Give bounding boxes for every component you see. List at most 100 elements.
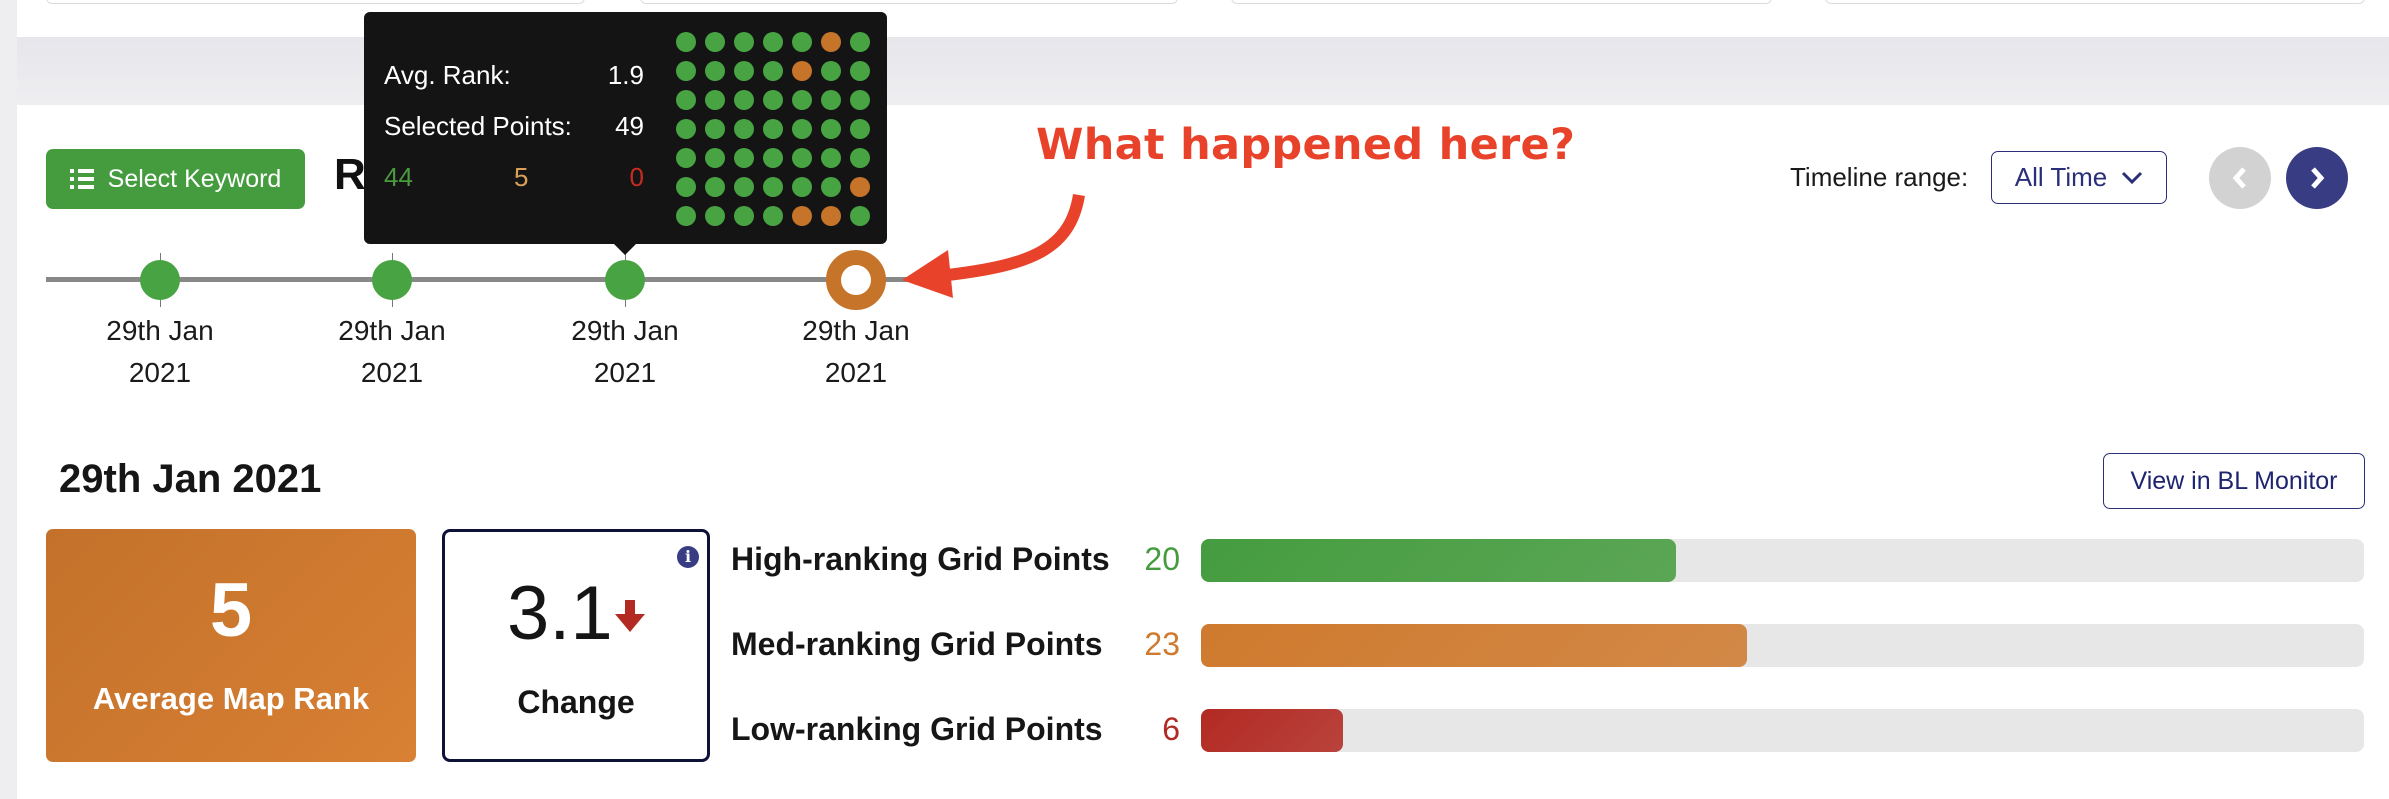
- grid-point-dot: [821, 148, 841, 168]
- grid-point-dot: [821, 32, 841, 52]
- timeline-date-line1: 29th Jan: [571, 315, 679, 346]
- change-value: 3.1: [507, 571, 613, 656]
- report-title: R: [334, 150, 366, 199]
- change-label: Change: [517, 684, 635, 720]
- grid-point-dot: [676, 148, 696, 168]
- timeline-tooltip: Avg. Rank: 1.9 Selected Points: 49 44 5 …: [364, 12, 887, 244]
- grid-points-bar-fill: [1201, 539, 1676, 582]
- timeline-point[interactable]: [605, 260, 645, 300]
- grid-point-dot: [850, 206, 870, 226]
- timeline-range-label: Timeline range:: [1790, 162, 1969, 192]
- grid-points-count: 6: [1162, 711, 1180, 747]
- grid-point-dot: [763, 90, 783, 110]
- top-card: [1231, 0, 1772, 4]
- grid-point-dot: [705, 32, 725, 52]
- avg-rank-value: 1.9: [607, 60, 644, 90]
- grid-point-dot: [676, 61, 696, 81]
- grid-points-bar-track: [1201, 539, 2364, 582]
- grid-point-dot: [734, 206, 754, 226]
- grid-point-dot: [792, 119, 812, 139]
- grid-point-dot: [676, 90, 696, 110]
- grid-point-dot: [821, 61, 841, 81]
- timeline-date-line2: 2021: [360, 357, 424, 388]
- grid-points-label: Low-ranking Grid Points: [731, 711, 1103, 747]
- grid-point-dot: [792, 148, 812, 168]
- annotation-text: What happened here?: [1036, 120, 1576, 170]
- grid-point-dot: [763, 119, 783, 139]
- select-keyword-button[interactable]: Select Keyword: [46, 149, 305, 209]
- grid-point-dot: [792, 61, 812, 81]
- grid-point-dot: [763, 177, 783, 197]
- top-card: [1825, 0, 2365, 4]
- grid-point-dot: [821, 206, 841, 226]
- timeline-date-line1: 29th Jan: [338, 315, 446, 346]
- timeline-date-label: 29th Jan 2021: [312, 310, 472, 394]
- grid-point-dot: [850, 90, 870, 110]
- timeline-range-dropdown[interactable]: All Time: [1991, 151, 2167, 204]
- grid-point-dot: [705, 148, 725, 168]
- list-icon: [69, 169, 94, 189]
- grid-point-dot: [734, 148, 754, 168]
- grid-point-dot: [734, 119, 754, 139]
- annotation-arrow-icon: [902, 193, 1085, 298]
- timeline-next-button[interactable]: [2286, 147, 2348, 209]
- average-map-rank-label: Average Map Rank: [92, 681, 370, 716]
- chevron-down-icon: [2122, 171, 2143, 184]
- chevron-left-icon: [2232, 167, 2246, 189]
- grid-point-dot: [705, 177, 725, 197]
- arrow-down-icon: [615, 600, 645, 632]
- grid-points-label: Med-ranking Grid Points: [731, 626, 1103, 662]
- grid-point-dot: [763, 61, 783, 81]
- timeline-prev-button[interactable]: [2209, 147, 2271, 209]
- timeline-point-selected[interactable]: [826, 250, 886, 310]
- grid-points-label: High-ranking Grid Points: [731, 541, 1110, 577]
- grid-points-bar-track: [1201, 624, 2364, 667]
- grid-point-dot: [734, 177, 754, 197]
- grid-point-dot: [850, 177, 870, 197]
- grid-point-dot: [850, 119, 870, 139]
- selected-points-label: Selected Points:: [384, 111, 572, 141]
- grid-point-dot: [763, 206, 783, 226]
- high-count: 44: [384, 162, 413, 192]
- chevron-right-icon: [2311, 167, 2325, 189]
- timeline-point[interactable]: [372, 260, 412, 300]
- selected-points-value: 49: [615, 111, 644, 141]
- timeline-date-label: 29th Jan 2021: [545, 310, 705, 394]
- grid-points-bar-track: [1201, 709, 2364, 752]
- grid-point-dot: [850, 61, 870, 81]
- grid-points-count: 23: [1144, 626, 1180, 662]
- grid-point-dot: [676, 32, 696, 52]
- tooltip-caret: [613, 243, 637, 255]
- grid-point-dot: [705, 90, 725, 110]
- grid-point-dot: [734, 90, 754, 110]
- timeline-date-label: 29th Jan 2021: [80, 310, 240, 394]
- grid-point-dot: [792, 90, 812, 110]
- grid-point-dot: [705, 61, 725, 81]
- change-card: i 3.1 Change: [442, 529, 710, 762]
- timeline-date-line1: 29th Jan: [802, 315, 910, 346]
- grid-points-map: [676, 32, 870, 226]
- selected-date-title: 29th Jan 2021: [59, 457, 322, 501]
- view-in-bl-monitor-button[interactable]: View in BL Monitor: [2103, 453, 2365, 509]
- info-icon[interactable]: i: [677, 546, 699, 568]
- timeline-date-line1: 29th Jan: [106, 315, 214, 346]
- low-count: 0: [629, 162, 644, 192]
- grid-point-dot: [792, 206, 812, 226]
- select-keyword-label: Select Keyword: [107, 164, 282, 193]
- grid-point-dot: [792, 177, 812, 197]
- grid-points-bar-fill: [1201, 624, 1747, 667]
- grid-point-dot: [705, 119, 725, 139]
- grid-point-dot: [676, 177, 696, 197]
- timeline-date-line2: 2021: [593, 357, 657, 388]
- grid-point-dot: [763, 32, 783, 52]
- grid-points-count: 20: [1144, 541, 1180, 577]
- timeline-date-label: 29th Jan 2021: [776, 310, 936, 394]
- med-count: 5: [514, 162, 529, 192]
- grid-point-dot: [676, 206, 696, 226]
- timeline-date-line2: 2021: [128, 357, 192, 388]
- grid-point-dot: [821, 119, 841, 139]
- timeline-date-line2: 2021: [824, 357, 888, 388]
- grid-point-dot: [821, 177, 841, 197]
- timeline-point[interactable]: [140, 260, 180, 300]
- grid-point-dot: [734, 32, 754, 52]
